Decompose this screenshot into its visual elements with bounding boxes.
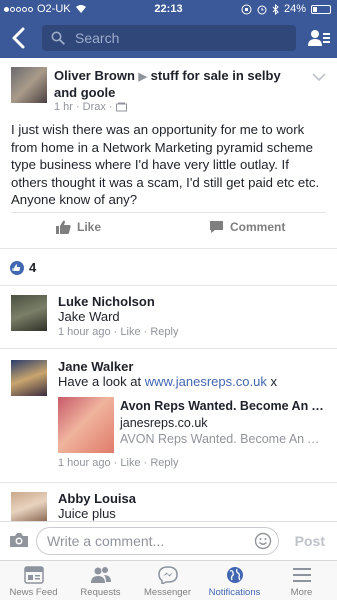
comment-input[interactable] (45, 532, 244, 550)
status-bar: O2-UK 22:13 24% (0, 0, 337, 18)
comment-icon (210, 221, 223, 233)
divider (0, 348, 337, 349)
like-button[interactable]: Like (56, 220, 101, 234)
menu-icon (293, 568, 311, 582)
globe-icon (227, 567, 243, 583)
commenter-name[interactable]: Abby Louisa (58, 491, 136, 506)
post-body: I just wish there was an opportunity for… (11, 122, 320, 207)
link-preview-description: AVON Reps Wanted. Become An Avon Rep (120, 432, 326, 446)
comment-label: Comment (230, 220, 286, 234)
friends-list-icon[interactable] (307, 26, 331, 50)
camera-icon[interactable] (9, 531, 29, 549)
comment-text: Juice plus (58, 506, 116, 521)
tab-bar: News Feed Requests Messenger Notificatio… (0, 560, 337, 600)
comment-text: Have a look at www.janesreps.co.uk x (58, 374, 277, 389)
battery-percent: 24% (283, 3, 306, 15)
comment-input-wrapper[interactable] (36, 527, 279, 555)
news-feed-icon (24, 566, 44, 584)
tab-label: Messenger (144, 587, 191, 598)
bluetooth-icon (272, 3, 279, 15)
author-name[interactable]: Oliver Brown (54, 68, 135, 83)
group-audience-icon (115, 102, 127, 112)
battery-icon (311, 4, 331, 14)
likes-count: 4 (29, 260, 37, 275)
commenter-name[interactable]: Jane Walker (58, 359, 133, 374)
divider (11, 212, 326, 213)
tab-more[interactable]: More (268, 561, 335, 601)
post-comment-button[interactable]: Post (295, 533, 325, 549)
search-input[interactable] (73, 29, 287, 47)
alarm-icon (257, 5, 267, 14)
link-preview-image (58, 397, 114, 453)
tab-label: More (290, 587, 313, 598)
chevron-down-icon[interactable] (312, 72, 326, 82)
tab-requests[interactable]: Requests (67, 561, 134, 601)
link-preview[interactable]: Avon Reps Wanted. Become An Avon Rep jan… (58, 397, 326, 455)
link-preview-domain: janesreps.co.uk (120, 416, 208, 430)
commenter-avatar[interactable] (11, 360, 47, 396)
comment-time: 1 hour ago (58, 326, 111, 338)
reactions-row[interactable]: 4 (0, 248, 337, 286)
emoji-icon[interactable] (254, 532, 272, 550)
meta-separator: · (108, 101, 113, 113)
friend-requests-icon (91, 567, 111, 583)
comment-meta: 1 hour ago · Like · Reply (58, 457, 179, 469)
search-icon (51, 31, 65, 45)
like-label: Like (77, 220, 102, 234)
divider (0, 482, 337, 483)
comment-reply-link[interactable]: Reply (150, 326, 178, 338)
arrow-right-icon: ▶ (138, 71, 148, 83)
tab-label: Notifications (208, 587, 261, 598)
status-right: 24% (241, 3, 331, 15)
commenter-name[interactable]: Luke Nicholson (58, 294, 155, 309)
back-icon[interactable] (6, 24, 32, 52)
comment-like-link[interactable]: Like (120, 326, 140, 338)
post-location[interactable]: Drax (83, 101, 106, 113)
tab-news-feed[interactable]: News Feed (0, 561, 67, 601)
tab-label: Requests (80, 587, 121, 598)
comment-text-suffix: x (266, 374, 277, 389)
comment-meta: 1 hour ago · Like · Reply (58, 326, 179, 338)
rotation-lock-icon (241, 4, 252, 14)
link-preview-title: Avon Reps Wanted. Become An Avon Rep (120, 399, 326, 413)
search-box[interactable] (42, 25, 296, 51)
commenter-avatar[interactable] (11, 295, 47, 331)
post-meta: 1 hr · Drax · (54, 101, 127, 113)
post-time[interactable]: 1 hr (54, 101, 73, 113)
tab-messenger[interactable]: Messenger (134, 561, 201, 601)
meta-separator: · (75, 101, 80, 113)
comment-link[interactable]: www.janesreps.co.uk (145, 374, 267, 389)
commenter-avatar[interactable] (11, 492, 47, 521)
thumbs-up-icon (56, 220, 71, 234)
nav-bar (0, 18, 337, 58)
battery-fill (313, 6, 317, 12)
comment-button[interactable]: Comment (209, 220, 285, 234)
messenger-icon (158, 566, 178, 584)
comment-like-link[interactable]: Like (120, 457, 140, 469)
comment-time: 1 hour ago (58, 457, 111, 469)
comment-composer: Post (0, 521, 337, 560)
author-avatar[interactable] (11, 67, 47, 103)
like-reaction-icon (10, 261, 24, 275)
tab-notifications[interactable]: Notifications (201, 561, 268, 601)
post-actions: Like Comment (0, 214, 337, 244)
tab-label: News Feed (9, 587, 58, 598)
comment-reply-link[interactable]: Reply (150, 457, 178, 469)
comment-text: Jake Ward (58, 309, 120, 324)
comment-text-prefix: Have a look at (58, 374, 145, 389)
post-header: Oliver Brown ▶ stuff for sale in selby a… (54, 68, 304, 101)
